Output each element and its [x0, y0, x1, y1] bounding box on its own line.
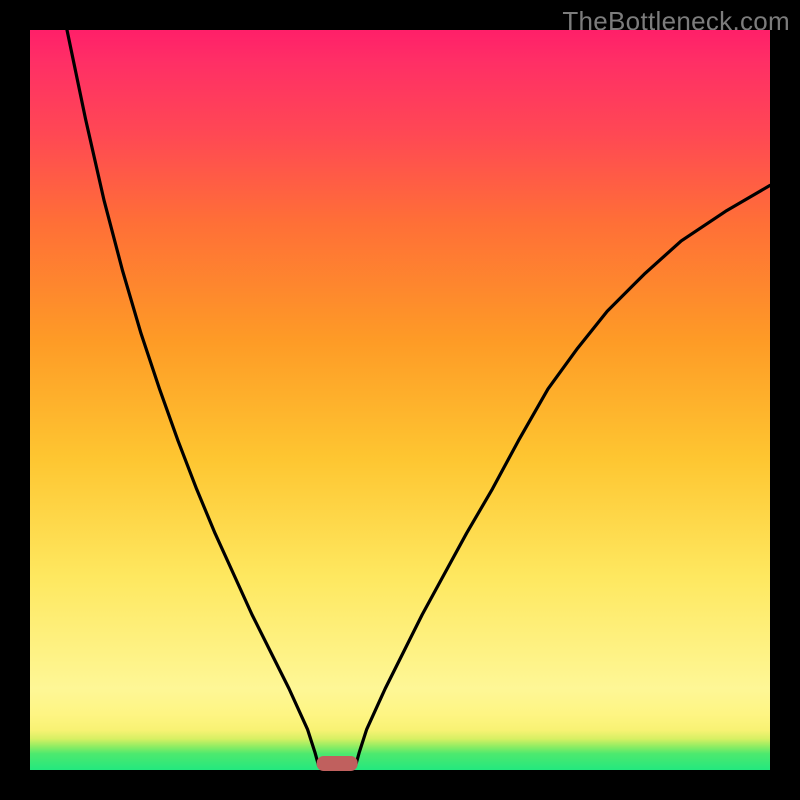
plot-area: [30, 30, 770, 770]
bottleneck-curve: [30, 30, 770, 770]
chart-frame: TheBottleneck.com: [0, 0, 800, 800]
optimum-marker: [317, 756, 358, 771]
